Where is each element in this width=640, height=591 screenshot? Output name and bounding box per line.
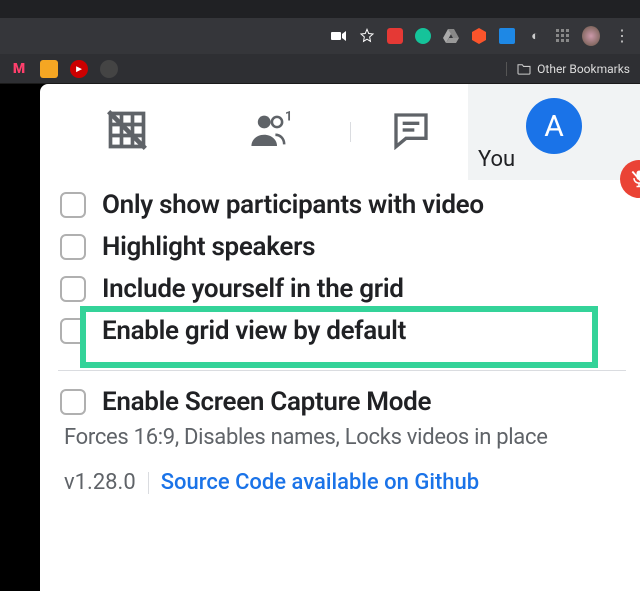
tab-people[interactable]: 1	[198, 100, 340, 160]
version-label: v1.28.0	[64, 470, 136, 495]
video-icon[interactable]	[330, 27, 348, 45]
self-tile-label: You	[478, 147, 515, 172]
grid-off-icon	[105, 108, 149, 152]
checkbox[interactable]	[60, 318, 86, 344]
tab-grid-off[interactable]	[56, 100, 198, 160]
browser-toolbar: ◐ ⋮	[0, 18, 640, 54]
option-label: Highlight speakers	[102, 232, 315, 262]
option-label: Only show participants with video	[102, 190, 484, 220]
option-label: Enable Screen Capture Mode	[102, 387, 431, 417]
option-screen-capture[interactable]: Enable Screen Capture Mode	[48, 381, 636, 423]
bookmark-dark[interactable]	[100, 60, 118, 78]
meet-viewport: 1 A You	[0, 84, 640, 591]
option-label: Include yourself in the grid	[102, 274, 404, 304]
option-enable-default[interactable]: Enable grid view by default	[48, 310, 636, 352]
grammarly-icon[interactable]	[414, 27, 432, 45]
other-bookmarks-label: Other Bookmarks	[537, 62, 630, 76]
browser-menu-icon[interactable]: ⋮	[610, 28, 634, 44]
checkbox[interactable]	[60, 192, 86, 218]
extension-red-icon[interactable]	[386, 27, 404, 45]
screen-capture-description: Forces 16:9, Disables names, Locks video…	[48, 423, 636, 460]
checkbox[interactable]	[60, 389, 86, 415]
extensions-grid-icon[interactable]	[554, 27, 572, 45]
checkbox[interactable]	[60, 276, 86, 302]
checkbox[interactable]	[60, 234, 86, 260]
extension-brave-icon[interactable]	[470, 27, 488, 45]
panel-footer: v1.28.0 Source Code available on Github	[48, 460, 636, 505]
bookmarks-bar: M ▶ Other Bookmarks	[0, 54, 640, 84]
folder-icon	[517, 63, 531, 75]
browser-tab-strip	[0, 0, 640, 18]
option-include-yourself[interactable]: Include yourself in the grid	[48, 268, 636, 310]
grid-view-panel: 1 A You	[40, 84, 640, 591]
extension-bulb-icon[interactable]: ◐	[526, 27, 544, 45]
divider	[58, 370, 626, 371]
star-icon[interactable]	[358, 27, 376, 45]
option-only-video[interactable]: Only show participants with video	[48, 184, 636, 226]
other-bookmarks-folder[interactable]: Other Bookmarks	[506, 62, 630, 76]
people-icon: 1	[245, 110, 293, 150]
youtube-bookmark[interactable]: ▶	[70, 60, 88, 78]
footer-separator	[148, 472, 149, 494]
options-list: Only show participants with video Highli…	[40, 164, 640, 505]
avatar-initial: A	[544, 109, 564, 144]
svg-text:1: 1	[285, 110, 292, 124]
option-highlight-speakers[interactable]: Highlight speakers	[48, 226, 636, 268]
tab-separator	[350, 122, 351, 142]
profile-avatar-icon[interactable]	[582, 27, 600, 45]
extension-blue-icon[interactable]	[498, 27, 516, 45]
self-video-tile[interactable]: A You	[468, 84, 640, 180]
bookmark-orange[interactable]	[40, 60, 58, 78]
source-code-link[interactable]: Source Code available on Github	[161, 470, 479, 495]
drive-icon[interactable]	[442, 27, 460, 45]
myntra-bookmark[interactable]: M	[10, 60, 28, 78]
tab-chat[interactable]	[340, 100, 482, 160]
chat-icon	[391, 110, 431, 150]
option-label: Enable grid view by default	[102, 316, 406, 346]
avatar: A	[526, 98, 582, 154]
